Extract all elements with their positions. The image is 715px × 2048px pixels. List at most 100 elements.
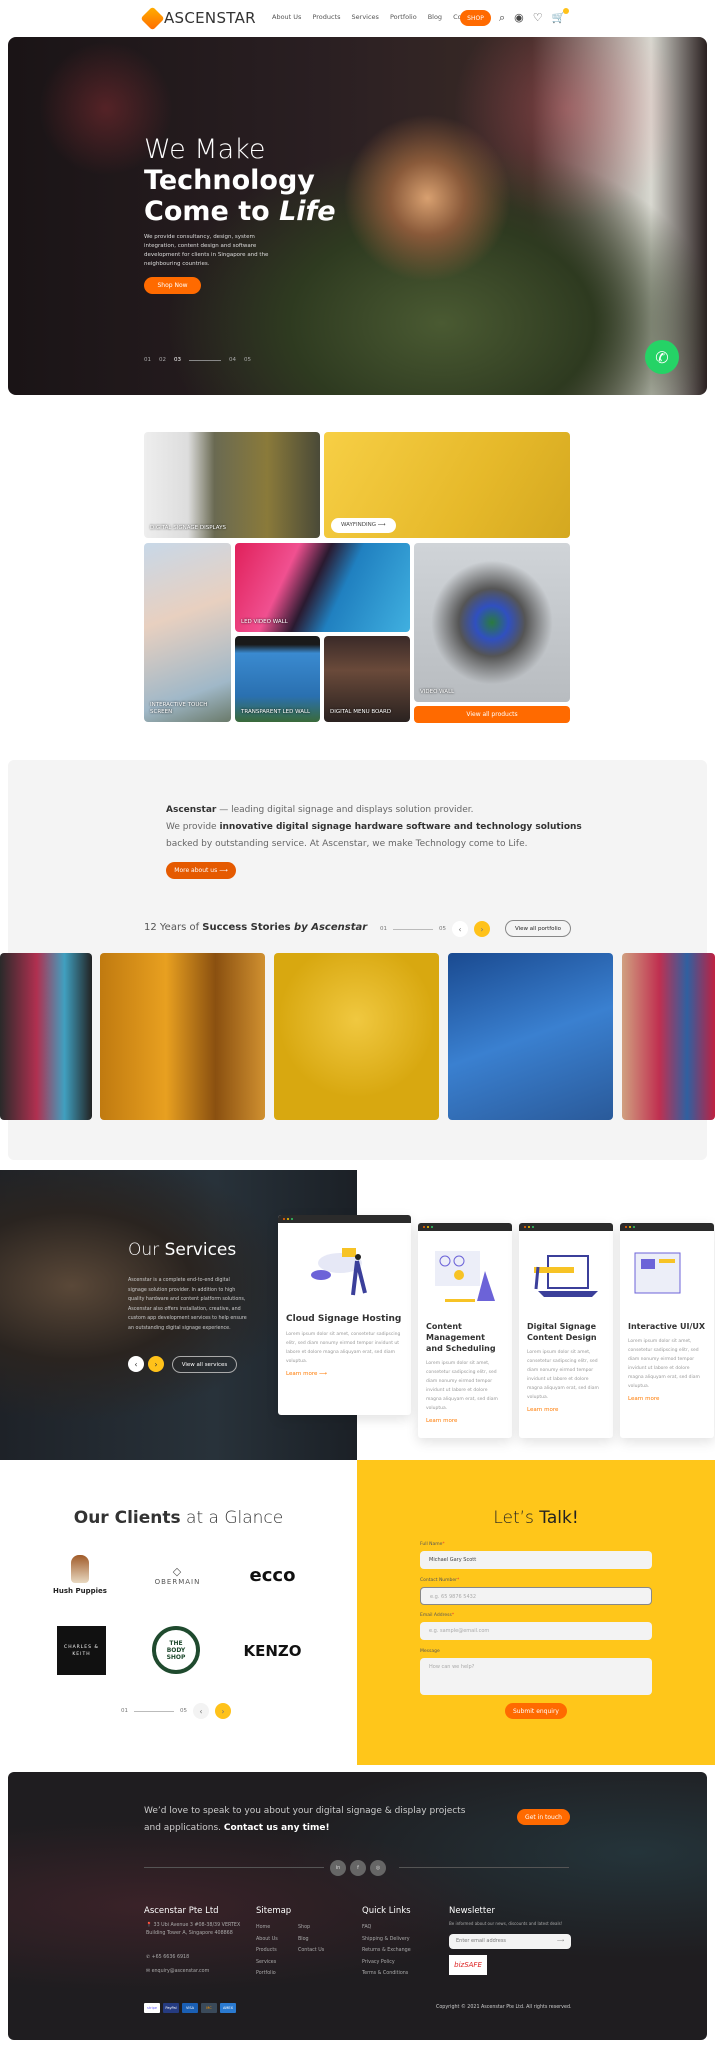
hero-description: We provide consultancy, design, system i… bbox=[144, 234, 269, 267]
prev-button[interactable]: ‹ bbox=[452, 921, 468, 937]
bizsafe-logo: bizSAFE bbox=[449, 1955, 487, 1975]
link-terms[interactable]: Terms & Conditions bbox=[362, 1968, 411, 1980]
nav-blog[interactable]: Blog bbox=[428, 13, 442, 21]
quick-links: FAQ Shipping & Delivery Returns & Exchange… bbox=[362, 1922, 411, 1980]
link-contact[interactable]: Contact Us bbox=[298, 1945, 324, 1957]
portfolio-item[interactable] bbox=[448, 953, 613, 1120]
tile-digital-signage[interactable]: DIGITAL SIGNAGE DISPLAYS bbox=[144, 432, 320, 538]
services-prev-button[interactable]: ‹ bbox=[128, 1356, 144, 1372]
slide-3[interactable]: 03 bbox=[174, 357, 181, 363]
client-logo-obermain: ◇ OBERMAIN bbox=[154, 1564, 201, 1586]
copyright: Copyright © 2021 Ascenstar Pte Ltd. All … bbox=[436, 2005, 572, 2010]
paypal-icon: PayPal bbox=[163, 2003, 179, 2013]
link-about[interactable]: About Us bbox=[256, 1934, 278, 1946]
portfolio-item[interactable] bbox=[274, 953, 439, 1120]
clients-next-button[interactable]: › bbox=[215, 1703, 231, 1719]
full-name-input[interactable]: Michael Gary Scott bbox=[420, 1551, 652, 1569]
learn-more-link[interactable]: Learn more bbox=[628, 1396, 706, 1402]
slide-2[interactable]: 02 bbox=[159, 357, 166, 363]
content-design-illustration bbox=[519, 1231, 613, 1321]
arrow-right-icon[interactable]: ⟶ bbox=[557, 1938, 564, 1945]
payment-methods: stripe PayPal VISA MC AMEX bbox=[144, 2003, 236, 2013]
view-all-products-button[interactable]: View all products bbox=[414, 706, 570, 723]
tile-video-wall[interactable]: VIDEO WALL bbox=[414, 543, 570, 702]
slide-4[interactable]: 04 bbox=[229, 357, 236, 363]
link-returns[interactable]: Returns & Exchange bbox=[362, 1945, 411, 1957]
shop-now-button[interactable]: Shop Now bbox=[144, 277, 201, 294]
footer: We’d love to speak to you about your dig… bbox=[8, 1772, 707, 2040]
mastercard-icon: MC bbox=[201, 2003, 217, 2013]
email-label: Email Address* bbox=[420, 1613, 455, 1618]
tile-touch-screen[interactable]: INTERACTIVE TOUCH SCREEN bbox=[144, 543, 231, 722]
nav-about[interactable]: About Us bbox=[272, 13, 301, 21]
slide-5[interactable]: 05 bbox=[244, 357, 251, 363]
nav-portfolio[interactable]: Portfolio bbox=[390, 13, 417, 21]
tile-transparent-led[interactable]: TRANSPARENT LED WALL bbox=[235, 636, 320, 722]
service-card[interactable]: Interactive UI/UX Lorem ipsum dolor sit a… bbox=[620, 1223, 714, 1438]
slide-1[interactable]: 01 bbox=[144, 357, 151, 363]
tile-wayfinding[interactable]: WAYFINDING ⟶ bbox=[324, 432, 570, 538]
link-shipping[interactable]: Shipping & Delivery bbox=[362, 1934, 411, 1946]
heart-icon[interactable]: ♡ bbox=[533, 11, 543, 25]
link-faq[interactable]: FAQ bbox=[362, 1922, 411, 1934]
view-all-services-button[interactable]: View all services bbox=[172, 1356, 237, 1373]
portfolio-item[interactable] bbox=[0, 953, 92, 1120]
email[interactable]: ✉ enquiry@ascenstar.com bbox=[146, 1966, 209, 1978]
learn-more-link[interactable]: Learn more bbox=[527, 1407, 605, 1413]
ui-ux-illustration bbox=[620, 1231, 714, 1321]
email-input[interactable]: e.g. sample@email.com bbox=[420, 1622, 652, 1640]
nav-products[interactable]: Products bbox=[312, 13, 340, 21]
linkedin-icon[interactable]: in bbox=[330, 1860, 346, 1876]
logo[interactable]: ASCENSTAR bbox=[140, 5, 256, 31]
full-name-label: Full Name* bbox=[420, 1542, 445, 1547]
newsletter-email-input[interactable]: Enter email address ⟶ bbox=[449, 1934, 571, 1949]
service-card[interactable]: Cloud Signage Hosting Lorem ipsum dolor s… bbox=[278, 1215, 411, 1415]
content-management-illustration bbox=[418, 1231, 512, 1321]
link-home[interactable]: Home bbox=[256, 1922, 278, 1934]
clients-prev-button[interactable]: ‹ bbox=[193, 1703, 209, 1719]
hero-title: We Make Technology Come to Life bbox=[144, 134, 336, 227]
sitemap-col1: Home About Us Products Services Portfolio bbox=[256, 1922, 278, 1980]
service-card[interactable]: Content Management and Scheduling Lorem i… bbox=[418, 1223, 512, 1438]
link-products[interactable]: Products bbox=[256, 1945, 278, 1957]
slide-pager: 01 02 03 04 05 bbox=[144, 357, 251, 363]
clients-pager: 01 05 ‹ › bbox=[121, 1703, 231, 1719]
phone-icon: ✆ bbox=[146, 1955, 151, 1960]
whatsapp-icon[interactable]: ✆ bbox=[645, 340, 679, 374]
nav-services[interactable]: Services bbox=[352, 13, 379, 21]
hero-banner: We Make Technology Come to Life We provide… bbox=[8, 37, 707, 395]
link-shop[interactable]: Shop bbox=[298, 1922, 324, 1934]
link-portfolio[interactable]: Portfolio bbox=[256, 1968, 278, 1980]
more-about-us-button[interactable]: More about us ⟶ bbox=[166, 862, 236, 879]
tile-led-video-wall[interactable]: LED VIDEO WALL bbox=[235, 543, 410, 632]
service-card[interactable]: Digital Signage Content Design Lorem ipsu… bbox=[519, 1223, 613, 1438]
contact-number-input[interactable]: e.g. 65 9876 5432 bbox=[420, 1587, 652, 1605]
user-icon[interactable]: ◉ bbox=[514, 11, 524, 25]
phone[interactable]: ✆ +65 6636 6918 bbox=[146, 1952, 189, 1964]
instagram-icon[interactable]: ◎ bbox=[370, 1860, 386, 1876]
contact-number-label: Contact Number* bbox=[420, 1578, 460, 1583]
stripe-icon: stripe bbox=[144, 2003, 160, 2013]
services-next-button[interactable]: › bbox=[148, 1356, 164, 1372]
tile-menu-board[interactable]: DIGITAL MENU BOARD bbox=[324, 636, 410, 722]
quick-links-heading: Quick Links bbox=[362, 1906, 411, 1916]
next-button[interactable]: › bbox=[474, 921, 490, 937]
sitemap-heading: Sitemap bbox=[256, 1906, 292, 1916]
shop-button[interactable]: SHOP bbox=[460, 10, 491, 26]
message-textarea[interactable]: How can we help? bbox=[420, 1658, 652, 1695]
view-all-portfolio-button[interactable]: View all portfolio bbox=[505, 920, 571, 937]
learn-more-link[interactable]: Learn more bbox=[426, 1418, 504, 1424]
link-privacy[interactable]: Privacy Policy bbox=[362, 1957, 411, 1969]
portfolio-item[interactable] bbox=[622, 953, 715, 1120]
submit-enquiry-button[interactable]: Submit enquiry bbox=[505, 1703, 567, 1719]
link-services[interactable]: Services bbox=[256, 1957, 278, 1969]
wayfinding-button[interactable]: WAYFINDING ⟶ bbox=[331, 518, 396, 533]
link-blog[interactable]: Blog bbox=[298, 1934, 324, 1946]
search-icon[interactable]: ⌕ bbox=[499, 11, 505, 25]
cart-icon[interactable]: 🛒 bbox=[552, 8, 570, 25]
learn-more-link[interactable]: Learn more ⟶ bbox=[286, 1371, 403, 1377]
portfolio-item[interactable] bbox=[100, 953, 265, 1120]
facebook-icon[interactable]: f bbox=[350, 1860, 366, 1876]
message-label: Message bbox=[420, 1649, 440, 1654]
get-in-touch-button[interactable]: Get in touch bbox=[517, 1809, 570, 1825]
